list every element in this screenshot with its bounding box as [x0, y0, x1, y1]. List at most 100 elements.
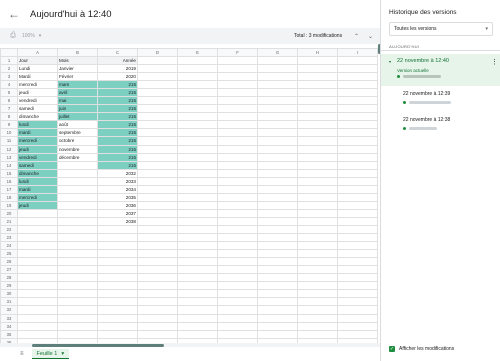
row-header[interactable]: 12	[0, 144, 18, 154]
cell[interactable]: dimanche	[17, 112, 58, 122]
row-header[interactable]: 34	[0, 321, 18, 331]
cell[interactable]: 2037	[97, 208, 138, 218]
cell[interactable]: Février	[57, 72, 98, 82]
cell[interactable]: août	[57, 120, 98, 130]
cell[interactable]	[177, 64, 218, 74]
cell[interactable]	[297, 144, 338, 154]
cell[interactable]	[297, 120, 338, 130]
cell[interactable]	[217, 136, 258, 146]
row-header[interactable]: 30	[0, 289, 18, 299]
cell[interactable]	[17, 321, 58, 331]
cell[interactable]	[137, 281, 178, 291]
cell[interactable]	[297, 128, 338, 138]
cell[interactable]	[57, 281, 98, 291]
cell[interactable]	[337, 80, 378, 90]
cell[interactable]	[217, 233, 258, 243]
cell[interactable]	[297, 152, 338, 162]
cell[interactable]: mai	[57, 96, 98, 106]
cell[interactable]: mercredi	[17, 192, 58, 202]
cell[interactable]	[217, 104, 258, 114]
cell[interactable]	[57, 168, 98, 178]
cell[interactable]	[97, 321, 138, 331]
cell[interactable]	[137, 160, 178, 170]
cell[interactable]	[217, 265, 258, 275]
cell[interactable]	[177, 88, 218, 98]
chevron-up-icon[interactable]: ⌃	[354, 33, 359, 40]
cell[interactable]	[17, 233, 58, 243]
cell[interactable]: mardi	[17, 184, 58, 194]
cell[interactable]: lundi	[17, 120, 58, 130]
cell[interactable]	[297, 233, 338, 243]
cell[interactable]	[137, 184, 178, 194]
cell[interactable]	[57, 321, 98, 331]
cell[interactable]: jeudi	[17, 200, 58, 210]
cell[interactable]	[297, 208, 338, 218]
cell[interactable]	[337, 289, 378, 299]
cell[interactable]: mardi	[17, 128, 58, 138]
cell[interactable]	[257, 297, 298, 307]
cell[interactable]	[257, 273, 298, 283]
cell[interactable]	[257, 64, 298, 74]
cell[interactable]: 215	[97, 112, 138, 122]
cell[interactable]	[297, 55, 338, 66]
row-header[interactable]: 5	[0, 88, 18, 98]
cell[interactable]	[137, 168, 178, 178]
cell[interactable]	[337, 176, 378, 186]
cell[interactable]	[57, 233, 98, 243]
column-header[interactable]: I	[337, 48, 378, 57]
cell[interactable]	[97, 297, 138, 307]
cell[interactable]: Année	[97, 55, 138, 66]
cell[interactable]	[97, 313, 138, 323]
cell[interactable]	[177, 128, 218, 138]
cell[interactable]	[17, 297, 58, 307]
cell[interactable]	[257, 241, 298, 251]
cell[interactable]	[97, 241, 138, 251]
cell[interactable]	[177, 184, 218, 194]
row-header[interactable]: 22	[0, 224, 18, 235]
cell[interactable]	[257, 216, 298, 226]
cell[interactable]	[257, 313, 298, 323]
cell[interactable]	[337, 120, 378, 130]
cell[interactable]	[177, 273, 218, 283]
cell[interactable]	[97, 289, 138, 299]
cell[interactable]	[257, 72, 298, 82]
column-header[interactable]: F	[217, 48, 258, 57]
cell[interactable]	[217, 241, 258, 251]
cell[interactable]	[297, 72, 338, 82]
row-header[interactable]: 11	[0, 136, 18, 146]
cell[interactable]	[137, 216, 178, 226]
version-item[interactable]: 22 novembre à 12:39	[381, 91, 500, 117]
cell[interactable]: dimanche	[17, 168, 58, 178]
cell[interactable]	[297, 200, 338, 210]
cell[interactable]	[337, 144, 378, 154]
cell[interactable]	[137, 241, 178, 251]
cell[interactable]	[337, 224, 378, 235]
row-header[interactable]: 17	[0, 184, 18, 194]
cell[interactable]	[337, 104, 378, 114]
row-header[interactable]: 28	[0, 273, 18, 283]
cell[interactable]	[257, 176, 298, 186]
cell[interactable]: mercredi	[17, 80, 58, 90]
cell[interactable]: 2033	[97, 176, 138, 186]
cell[interactable]	[217, 257, 258, 267]
chevron-down-icon[interactable]: ⌄	[368, 33, 373, 40]
cell[interactable]	[297, 289, 338, 299]
cell[interactable]	[337, 112, 378, 122]
cell[interactable]	[57, 273, 98, 283]
cell[interactable]: 2035	[97, 192, 138, 202]
cell[interactable]	[17, 273, 58, 283]
row-header[interactable]: 7	[0, 104, 18, 114]
cell[interactable]	[177, 176, 218, 186]
cell[interactable]	[297, 96, 338, 106]
cell[interactable]: lundi	[17, 176, 58, 186]
cell[interactable]: jeudi	[17, 144, 58, 154]
cell[interactable]	[57, 241, 98, 251]
cell[interactable]	[217, 55, 258, 66]
cell[interactable]	[137, 297, 178, 307]
cell[interactable]: octobre	[57, 136, 98, 146]
row-header[interactable]: 13	[0, 152, 18, 162]
cell[interactable]	[257, 168, 298, 178]
cell[interactable]	[297, 297, 338, 307]
cell[interactable]	[337, 257, 378, 267]
cell[interactable]	[137, 273, 178, 283]
